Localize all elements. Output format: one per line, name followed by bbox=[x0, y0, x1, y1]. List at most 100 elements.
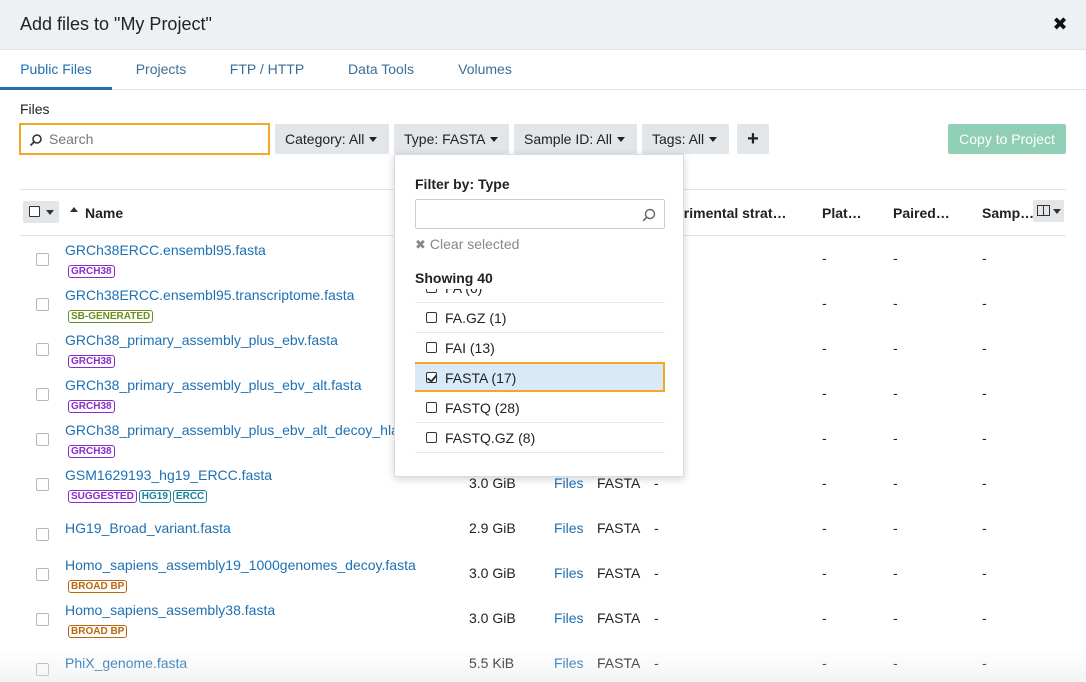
file-name-link[interactable]: GSM1629193_hg19_ERCC.fasta bbox=[65, 467, 272, 483]
type-options-list[interactable]: FA (6) FA.GZ (1) FAI (13) FASTA (17) FASTQ (… bbox=[415, 289, 665, 454]
row-checkbox[interactable] bbox=[36, 298, 49, 311]
row-checkbox[interactable] bbox=[36, 433, 49, 446]
type-option[interactable]: FASTQ.GZ (8) bbox=[415, 423, 665, 453]
files-link[interactable]: Files bbox=[554, 475, 584, 491]
column-platform[interactable]: Plat… bbox=[822, 205, 862, 221]
sample-value: - bbox=[982, 250, 987, 266]
table-row[interactable]: Homo_sapiens_assembly38.fasta BROAD BP 3.0… bbox=[20, 596, 1066, 641]
files-link[interactable]: Files bbox=[554, 565, 584, 581]
type-option[interactable]: FA.GZ (1) bbox=[415, 303, 665, 333]
close-icon[interactable]: ✖ bbox=[1052, 15, 1068, 33]
option-checkbox[interactable] bbox=[426, 432, 437, 443]
table-row[interactable]: HG19_Broad_variant.fasta 2.9 GiB Files FAST… bbox=[20, 506, 1066, 551]
files-heading: Files bbox=[20, 101, 50, 117]
option-checkbox[interactable] bbox=[426, 312, 437, 323]
tab-ftp-http[interactable]: FTP / HTTP bbox=[222, 50, 312, 90]
file-name-link[interactable]: GRCh38ERCC.ensembl95.transcriptome.fasta bbox=[65, 287, 354, 303]
select-all-dropdown[interactable] bbox=[23, 201, 59, 223]
row-checkbox[interactable] bbox=[36, 478, 49, 491]
type-filter-search[interactable] bbox=[415, 199, 665, 229]
sample-value: - bbox=[982, 610, 987, 626]
checked-checkbox[interactable] bbox=[426, 372, 437, 383]
file-type: FASTA bbox=[597, 565, 641, 581]
tags-filter-button[interactable]: Tags: All bbox=[642, 124, 729, 154]
close-icon: ✖ bbox=[415, 237, 426, 252]
column-name[interactable]: Name bbox=[85, 205, 123, 221]
file-name-link[interactable]: Homo_sapiens_assembly38.fasta bbox=[65, 602, 275, 618]
chevron-down-icon bbox=[1053, 209, 1061, 214]
files-link[interactable]: Files bbox=[554, 520, 584, 536]
option-checkbox[interactable] bbox=[426, 342, 437, 353]
category-filter-button[interactable]: Category: All bbox=[275, 124, 389, 154]
column-sample[interactable]: Samp… bbox=[982, 205, 1034, 221]
tag-badge[interactable]: HG19 bbox=[138, 490, 171, 503]
file-name-link[interactable]: GRCh38ERCC.ensembl95.fasta bbox=[65, 242, 266, 258]
chevron-down-icon bbox=[709, 137, 718, 142]
table-row[interactable]: Homo_sapiens_assembly19_1000genomes_deco… bbox=[20, 551, 1066, 596]
tag-badge[interactable]: SB-GENERATED bbox=[68, 310, 154, 323]
type-option[interactable]: FAI (13) bbox=[415, 333, 665, 363]
tab-bar: Public Files Projects FTP / HTTP Data To… bbox=[0, 50, 1086, 90]
type-filter-dropdown: Filter by: Type ✖ Clear selected Showing … bbox=[394, 154, 684, 477]
sample-id-filter-button[interactable]: Sample ID: All bbox=[514, 124, 637, 154]
column-paired-end[interactable]: Paired… bbox=[893, 205, 950, 221]
file-name-link[interactable]: GRCh38_primary_assembly_plus_ebv_alt_dec… bbox=[65, 422, 399, 438]
search-input[interactable] bbox=[49, 129, 259, 149]
tag-badge[interactable]: BROAD BP bbox=[68, 580, 128, 593]
file-type: FASTA bbox=[597, 475, 641, 491]
file-name-link[interactable]: HG19_Broad_variant.fasta bbox=[65, 520, 231, 536]
platform-value: - bbox=[822, 565, 827, 581]
file-tags: GRCH38 bbox=[68, 441, 117, 458]
column-experimental-strategy[interactable]: erimental strat… bbox=[676, 205, 786, 221]
option-checkbox[interactable] bbox=[426, 289, 437, 293]
search-box[interactable] bbox=[19, 123, 270, 155]
experimental-strategy-value: - bbox=[654, 475, 659, 491]
row-checkbox[interactable] bbox=[36, 613, 49, 626]
row-checkbox[interactable] bbox=[36, 568, 49, 581]
type-option-label: FASTQ (28) bbox=[445, 400, 520, 416]
type-option[interactable]: FASTA (17) bbox=[415, 362, 665, 392]
copy-to-project-button[interactable]: Copy to Project bbox=[948, 124, 1066, 154]
files-link[interactable]: Files bbox=[554, 610, 584, 626]
clear-selected-button[interactable]: ✖ Clear selected bbox=[415, 236, 519, 253]
file-name-link[interactable]: PhiX_genome.fasta bbox=[65, 655, 187, 671]
platform-value: - bbox=[822, 385, 827, 401]
tag-badge[interactable]: SUGGESTED bbox=[68, 490, 137, 503]
row-checkbox[interactable] bbox=[36, 388, 49, 401]
tag-badge[interactable]: ERCC bbox=[172, 490, 208, 503]
table-row[interactable]: PhiX_genome.fasta 5.5 KiB Files FASTA - - - - bbox=[20, 641, 1066, 682]
chevron-down-icon bbox=[490, 137, 499, 142]
file-tags: SB-GENERATED bbox=[68, 306, 155, 323]
select-all-checkbox[interactable] bbox=[29, 206, 40, 217]
row-checkbox[interactable] bbox=[36, 253, 49, 266]
type-filter-button[interactable]: Type: FASTA bbox=[394, 124, 509, 154]
tab-data-tools[interactable]: Data Tools bbox=[340, 50, 422, 90]
sample-value: - bbox=[982, 655, 987, 671]
experimental-strategy-value: - bbox=[654, 610, 659, 626]
tags-filter-label: Tags: All bbox=[652, 131, 705, 147]
tab-volumes[interactable]: Volumes bbox=[450, 50, 520, 90]
row-checkbox[interactable] bbox=[36, 528, 49, 541]
type-option[interactable]: FASTQ (28) bbox=[415, 393, 665, 423]
type-option[interactable]: FA (6) bbox=[415, 289, 665, 303]
file-name-link[interactable]: GRCh38_primary_assembly_plus_ebv.fasta bbox=[65, 332, 338, 348]
add-filter-button[interactable]: + bbox=[737, 124, 769, 154]
file-name-link[interactable]: Homo_sapiens_assembly19_1000genomes_deco… bbox=[65, 557, 416, 573]
tab-public-files[interactable]: Public Files bbox=[0, 50, 112, 90]
paired-end-value: - bbox=[893, 385, 898, 401]
tag-badge[interactable]: GRCH38 bbox=[68, 400, 115, 413]
option-checkbox[interactable] bbox=[426, 402, 437, 413]
tag-badge[interactable]: GRCH38 bbox=[68, 355, 115, 368]
tag-badge[interactable]: GRCH38 bbox=[68, 445, 115, 458]
file-name-link[interactable]: GRCh38_primary_assembly_plus_ebv_alt.fas… bbox=[65, 377, 361, 393]
files-link[interactable]: Files bbox=[554, 655, 584, 671]
tab-projects[interactable]: Projects bbox=[127, 50, 195, 90]
file-type: FASTA bbox=[597, 520, 641, 536]
file-tags: BROAD BP bbox=[68, 621, 129, 638]
modal-title: Add files to "My Project" bbox=[20, 14, 212, 34]
tag-badge[interactable]: BROAD BP bbox=[68, 625, 128, 638]
tag-badge[interactable]: GRCH38 bbox=[68, 265, 115, 278]
column-picker-button[interactable] bbox=[1033, 200, 1064, 222]
row-checkbox[interactable] bbox=[36, 663, 49, 676]
row-checkbox[interactable] bbox=[36, 343, 49, 356]
